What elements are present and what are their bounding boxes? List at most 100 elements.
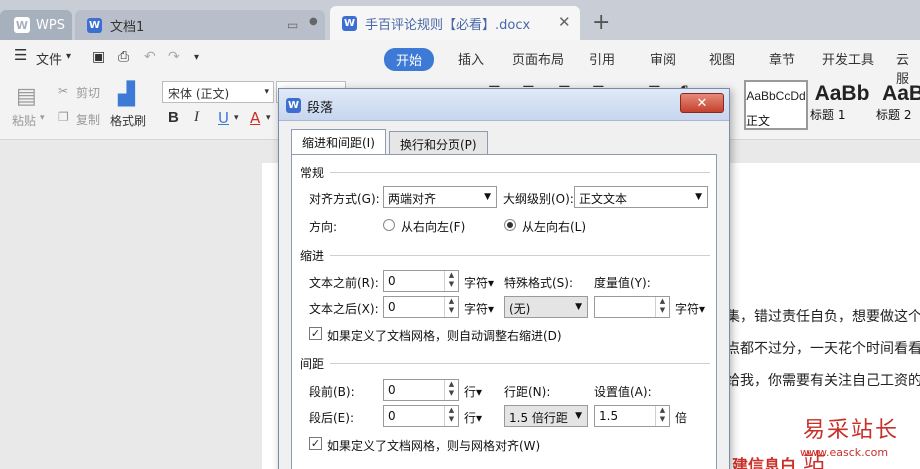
indent-after-unit[interactable]: 字符▾ [464,300,494,317]
direction-label: 方向: [309,220,338,234]
style-normal-label: 正文 [746,114,771,128]
indent-before-input[interactable]: 0 ▲ ▼ [383,270,459,292]
chevron-down-icon: ▼ [575,411,582,421]
tab-document-1[interactable]: W 文档1 ▭ ● [75,10,325,40]
paste-icon[interactable]: ▤ [16,84,37,109]
copy-icon[interactable]: ❐ [58,110,69,124]
auto-adjust-indent-label[interactable]: 如果定义了文档网格，则自动调整右缩进(D) [327,327,562,344]
spin-arrows-icon[interactable]: ▲ ▼ [655,297,669,317]
document-text-line: 点都不过分，一天花个时间看看 [726,341,920,357]
auto-adjust-indent-checkbox[interactable]: ✓ [309,327,322,340]
line-spacing-label: 行距(N): [504,385,551,399]
wps-logo-icon: W [14,17,30,33]
outline-level-select[interactable]: 正文文本 ▼ [574,186,708,208]
style-heading-2-preview: AaBl [882,82,920,105]
title-bar: W WPS W 文档1 ▭ ● W 手百评论规则【必看】.docx ✕ + [0,0,920,40]
rtl-radio[interactable] [383,219,395,231]
tab-references[interactable]: 引用 [589,49,615,68]
space-before-value: 0 [388,383,396,397]
hamburger-icon[interactable]: ☰ [14,46,27,64]
file-menu-dropdown-icon[interactable]: ▾ [66,51,71,62]
cut-button[interactable]: 剪切 [76,84,100,101]
dot-icon[interactable]: ● [309,16,318,27]
chevron-down-icon: ▼ [695,192,702,202]
tab-chapter[interactable]: 章节 [769,49,795,68]
italic-button[interactable]: I [194,109,199,126]
redo-icon[interactable]: ↷ [168,49,180,65]
space-before-label: 段前(B): [309,385,355,399]
measure-unit[interactable]: 字符▾ [675,300,705,317]
measure-label: 度量值(Y): [594,276,651,290]
file-menu[interactable]: 文件 [36,49,62,68]
font-name-select[interactable]: 宋体 (正文) ▾ [162,81,274,103]
document-red-heading: 建信息白 [732,456,797,469]
save-icon[interactable]: ▣ [92,49,105,65]
tab-review[interactable]: 审阅 [650,49,676,68]
font-color-button[interactable]: A [250,109,260,127]
spin-arrows-icon[interactable]: ▲ ▼ [444,271,458,291]
section-spacing: 间距 [300,357,325,371]
setting-value-input[interactable]: 1.5 ▲ ▼ [594,405,670,427]
spin-arrows-icon[interactable]: ▲ ▼ [655,406,669,426]
monitor-icon[interactable]: ▭ [287,18,298,32]
tab-page-layout[interactable]: 页面布局 [512,49,564,68]
ltr-label[interactable]: 从左向右(L) [522,218,586,235]
tab-view[interactable]: 视图 [709,49,735,68]
print-icon[interactable]: ⎙ [118,49,129,65]
underline-button[interactable]: U [218,109,229,127]
alignment-value: 两端对齐 [388,192,437,206]
close-tab-icon[interactable]: ✕ [558,13,571,31]
format-painter-icon[interactable]: ▟ [118,82,135,107]
tab-developer[interactable]: 开发工具 [822,49,874,68]
indent-after-input[interactable]: 0 ▲ ▼ [383,296,459,318]
ltr-radio[interactable] [504,219,516,231]
tab-wps-home[interactable]: W WPS [0,10,72,40]
space-after-unit[interactable]: 行▾ [464,409,482,426]
line-spacing-select[interactable]: 1.5 倍行距 ▼ [504,405,588,427]
alignment-select[interactable]: 两端对齐 ▼ [383,186,497,208]
tab-insert[interactable]: 插入 [458,49,484,68]
style-normal[interactable]: AaBbCcDd 正文 [744,80,808,130]
chevron-down-icon: ▾ [264,87,269,97]
snap-to-grid-label[interactable]: 如果定义了文档网格，则与网格对齐(W) [327,437,540,454]
special-format-select[interactable]: (无) ▼ [504,296,588,318]
chevron-down-icon: ▼ [484,192,491,202]
chevron-down-icon: ▼ [575,302,582,312]
paste-dropdown-icon[interactable]: ▾ [40,113,45,123]
undo-icon[interactable]: ↶ [144,49,156,65]
snap-to-grid-checkbox[interactable]: ✓ [309,437,322,450]
divider [330,255,710,256]
line-spacing-value: 1.5 倍行距 [509,411,568,425]
bold-button[interactable]: B [168,109,179,126]
indent-before-unit[interactable]: 字符▾ [464,274,494,291]
space-before-input[interactable]: 0 ▲ ▼ [383,379,459,401]
spin-arrows-icon[interactable]: ▲ ▼ [444,297,458,317]
format-painter-button[interactable]: 格式刷 [110,112,146,129]
underline-dropdown-icon[interactable]: ▾ [234,113,239,123]
style-heading-1[interactable]: AaBb 标题 1 [810,80,874,130]
outline-level-value: 正文文本 [579,192,628,206]
tab-home[interactable]: 开始 [384,48,435,71]
dialog-title-bar[interactable]: W 段落 ✕ [279,89,729,121]
customize-dropdown-icon[interactable]: ▾ [194,52,199,63]
paste-button[interactable]: 粘贴 [12,112,36,129]
space-after-label: 段后(E): [309,411,354,425]
font-color-dropdown-icon[interactable]: ▾ [266,113,271,123]
tab-document-2[interactable]: W 手百评论规则【必看】.docx ✕ [330,6,580,40]
style-heading-2[interactable]: AaBl 标题 2 [876,80,920,130]
space-after-input[interactable]: 0 ▲ ▼ [383,405,459,427]
close-button[interactable]: ✕ [680,93,724,113]
space-before-unit[interactable]: 行▾ [464,383,482,400]
document-text-line: 集，错过责任自负，想要做这个 [726,309,920,325]
alignment-label: 对齐方式(G): [309,192,380,206]
measure-input[interactable]: ▲ ▼ [594,296,670,318]
cut-icon[interactable]: ✂ [58,84,68,98]
tab-line-page-breaks[interactable]: 换行和分页(P) [389,131,488,155]
section-general: 常规 [300,166,325,180]
new-tab-button[interactable]: + [592,10,610,35]
copy-button[interactable]: 复制 [76,111,100,128]
spin-arrows-icon[interactable]: ▲ ▼ [444,380,458,400]
rtl-label[interactable]: 从右向左(F) [401,218,465,235]
tab-indent-spacing[interactable]: 缩进和间距(I) [291,129,386,155]
spin-arrows-icon[interactable]: ▲ ▼ [444,406,458,426]
